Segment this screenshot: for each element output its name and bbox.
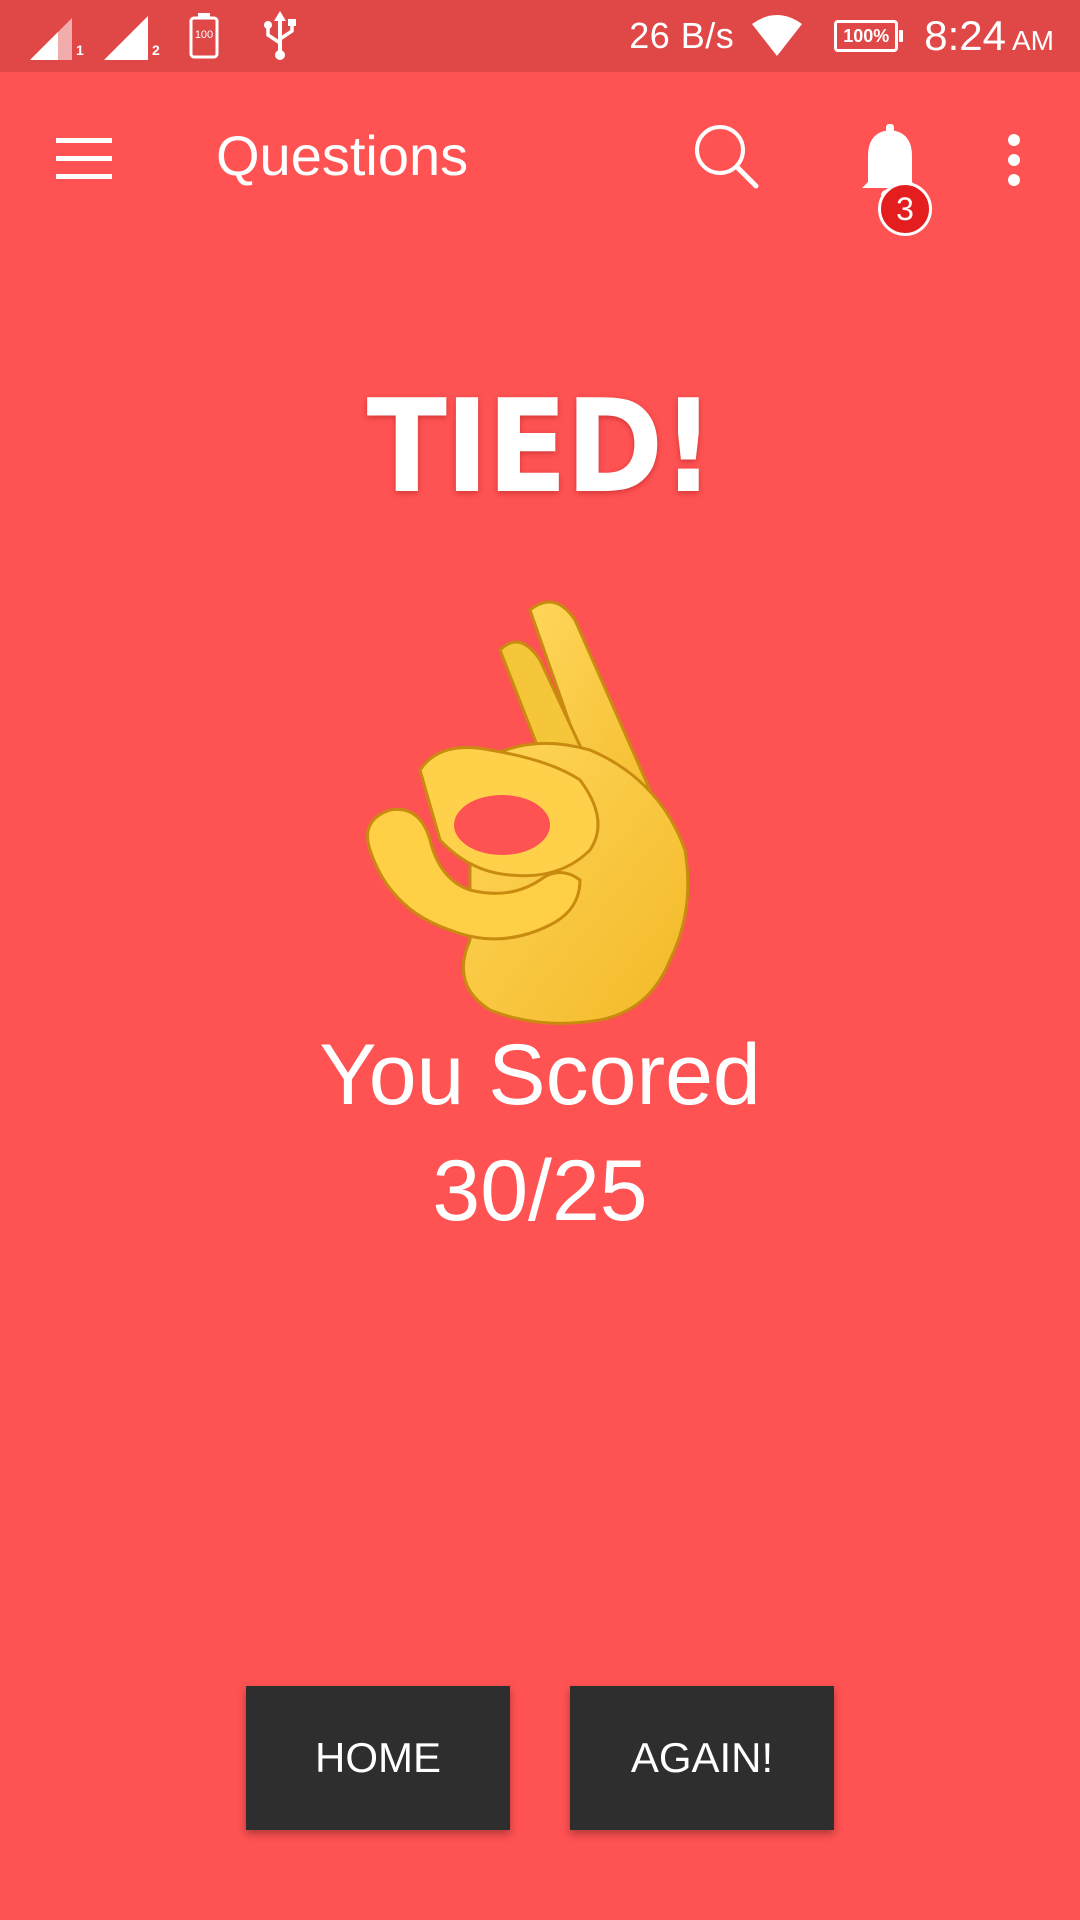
clock-time: 8:24 [924, 12, 1006, 59]
battery-indicator: 100% [834, 20, 904, 52]
battery-saver-label: 100 [194, 29, 214, 41]
clock-ampm: AM [1012, 25, 1054, 56]
home-button[interactable]: HOME [246, 1686, 510, 1830]
status-bar: 1 2 100 26 B/s 100% 8:24 AM [0, 0, 1080, 72]
status-bar-right: 26 B/s 100% 8:24 AM [629, 8, 1054, 64]
app-bar: Questions 3 [0, 72, 1080, 240]
clock: 8:24 AM [924, 12, 1054, 60]
result-title: TIED! [366, 373, 716, 522]
quiz-result-screen: 1 2 100 26 B/s 100% 8:24 AM Questions 3 … [0, 0, 1080, 1920]
app-title: Questions [216, 124, 469, 187]
sim1-label: 1 [76, 42, 84, 58]
menu-button[interactable] [48, 130, 120, 186]
score-value: 30/25 [432, 1143, 648, 1239]
wifi-icon [750, 14, 804, 58]
status-bar-left: 1 2 100 [28, 10, 300, 62]
battery-saver-icon: 100 [188, 13, 220, 59]
search-icon [695, 125, 759, 189]
search-button[interactable] [690, 120, 762, 192]
signal-sim1-icon: 1 [28, 10, 84, 62]
more-options-button[interactable] [996, 124, 1032, 196]
more-vert-icon [1008, 134, 1020, 186]
menu-icon [56, 138, 112, 179]
usb-icon [260, 11, 300, 61]
sim2-label: 2 [152, 42, 160, 58]
network-speed: 26 B/s [629, 15, 735, 56]
signal-sim2-icon: 2 [102, 10, 162, 62]
again-button[interactable]: AGAIN! [570, 1686, 834, 1830]
ok-hand-emoji-icon [350, 580, 730, 1050]
notification-count-badge: 3 [878, 182, 932, 236]
score-label: You Scored [319, 1027, 761, 1123]
